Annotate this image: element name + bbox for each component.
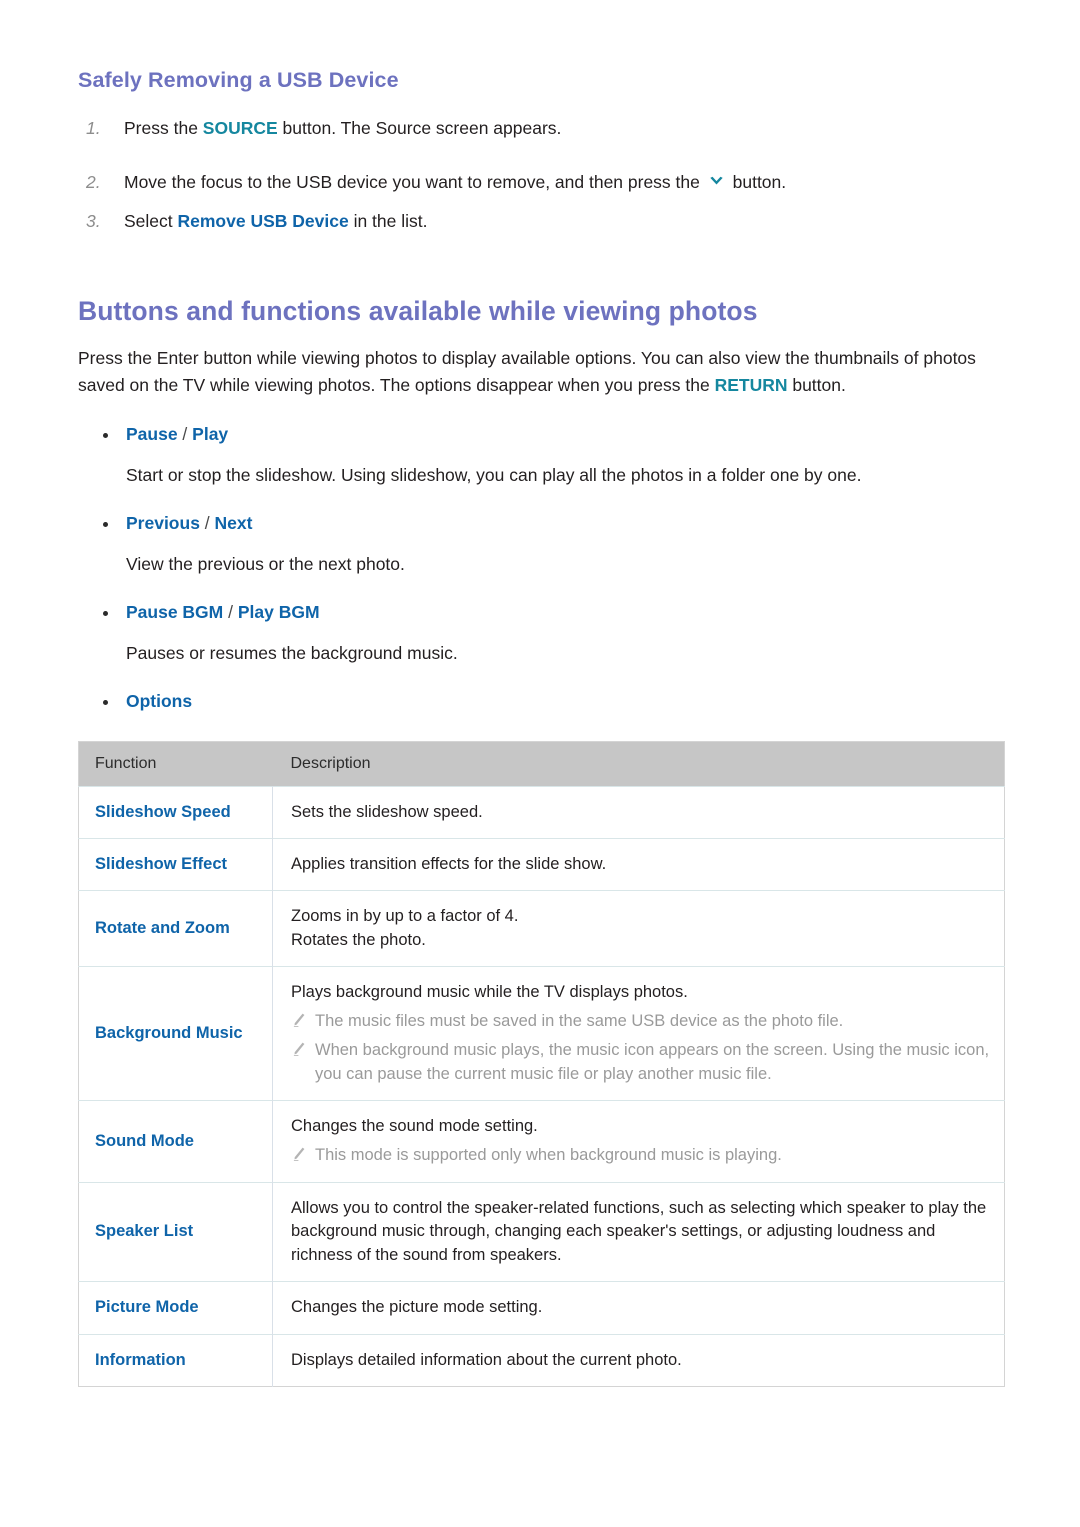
text-run: button. The Source screen appears.: [277, 118, 562, 138]
step-text: Move the focus to the USB device you wan…: [124, 172, 786, 192]
cell-description: Sets the slideshow speed.: [272, 785, 1005, 839]
step-item: 1. Press the SOURCE button. The Source sc…: [78, 115, 1002, 141]
feature-description: Start or stop the slideshow. Using slide…: [126, 464, 862, 485]
keyword-previous[interactable]: Previous: [126, 513, 200, 533]
cell-function-name[interactable]: Speaker List: [78, 1181, 273, 1282]
feature-list: Pause / Play Start or stop the slideshow.…: [78, 423, 1002, 713]
step-text: Press the SOURCE button. The Source scre…: [124, 118, 561, 138]
numbered-steps-list: 1. Press the SOURCE button. The Source sc…: [78, 115, 1002, 234]
page-title: Buttons and functions available while vi…: [78, 295, 758, 326]
feature-block: Options: [78, 690, 1002, 714]
description-line: Plays background music while the TV disp…: [291, 983, 688, 1002]
table-row: Information Displays detailed information…: [78, 1333, 1005, 1387]
description-line: Applies transition effects for the slide…: [291, 855, 607, 874]
feature-title: Options: [78, 690, 1002, 714]
note-line: The music files must be saved in the sam…: [291, 1010, 990, 1034]
note-line: When background music plays, the music i…: [291, 1039, 990, 1087]
feature-title: Pause / Play: [78, 423, 1002, 447]
table-row: Speaker List Allows you to control the sp…: [78, 1181, 1005, 1282]
description-line: Sets the slideshow speed.: [291, 802, 483, 821]
table-row: Rotate and Zoom Zooms in by up to a facto…: [78, 890, 1005, 967]
keyword-return[interactable]: RETURN: [715, 375, 788, 395]
cell-description: Changes the sound mode setting. This mode…: [272, 1100, 1005, 1183]
keyword-next[interactable]: Next: [215, 513, 253, 533]
pencil-note-icon: [291, 1146, 307, 1162]
description-line: Allows you to control the speaker-relate…: [291, 1198, 987, 1264]
text-run: Select: [124, 210, 178, 231]
cell-function-name[interactable]: Rotate and Zoom: [78, 890, 273, 967]
cell-function-name[interactable]: Sound Mode: [78, 1100, 273, 1183]
keyword-pause[interactable]: Pause: [126, 424, 178, 444]
keyword-pause-bgm[interactable]: Pause BGM: [126, 602, 223, 622]
keyword-play[interactable]: Play: [192, 424, 228, 444]
table-header-row: Function Description: [78, 741, 1005, 787]
feature-block: Pause BGM / Play BGM Pauses or resumes th…: [78, 601, 1002, 666]
document-page: Safely Removing a USB Device 1. Press the…: [0, 0, 1080, 1527]
table-row: Slideshow Effect Applies transition effec…: [78, 838, 1005, 891]
cell-function-name[interactable]: Picture Mode: [78, 1281, 273, 1334]
step-item: 3. Select Remove USB Device in the list.: [78, 208, 1002, 234]
description-line: Zooms in by up to a factor of 4.: [291, 907, 519, 926]
feature-block: Pause / Play Start or stop the slideshow.…: [78, 423, 1002, 488]
options-table: Function Description Slideshow Speed Sets…: [78, 740, 1005, 1387]
subsection-title: Safely Removing a USB Device: [78, 68, 399, 92]
separator: /: [199, 513, 215, 534]
chevron-down-icon: [707, 172, 726, 191]
text-run: Press the: [124, 118, 203, 138]
cell-function-name[interactable]: Background Music: [78, 966, 273, 1101]
text-run: button.: [727, 172, 787, 193]
step-item: 2. Move the focus to the USB device you w…: [78, 169, 1002, 195]
feature-block: Previous / Next View the previous or the …: [78, 512, 1002, 577]
step-text: Select Remove USB Device in the list.: [124, 211, 428, 231]
step-number: 3.: [86, 210, 101, 231]
step-number: 1.: [86, 118, 101, 138]
cell-description: Applies transition effects for the slide…: [272, 838, 1005, 891]
keyword-options[interactable]: Options: [126, 691, 192, 711]
description-line: Rotates the photo.: [291, 930, 426, 949]
keyword-source[interactable]: SOURCE: [203, 118, 278, 138]
separator: /: [177, 424, 193, 445]
feature-title: Pause BGM / Play BGM: [78, 601, 1002, 625]
pencil-note-icon: [291, 1041, 307, 1057]
table-row: Background Music Plays background music w…: [78, 966, 1005, 1101]
feature-title: Previous / Next: [78, 512, 1002, 536]
text-run: button.: [787, 375, 846, 396]
feature-description: View the previous or the next photo.: [126, 553, 405, 574]
keyword-play-bgm[interactable]: Play BGM: [238, 602, 320, 622]
step-number: 2.: [86, 172, 101, 193]
column-header-function: Function: [78, 741, 273, 787]
cell-description: Plays background music while the TV disp…: [272, 966, 1005, 1101]
column-header-description: Description: [272, 741, 1005, 787]
cell-description: Displays detailed information about the …: [272, 1333, 1005, 1387]
table-row: Slideshow Speed Sets the slideshow speed.: [78, 785, 1005, 839]
description-line: Changes the picture mode setting.: [291, 1298, 543, 1317]
description-line: Changes the sound mode setting.: [291, 1117, 538, 1136]
cell-description: Changes the picture mode setting.: [272, 1281, 1005, 1334]
cell-function-name[interactable]: Slideshow Effect: [78, 838, 273, 891]
cell-function-name[interactable]: Slideshow Speed: [78, 785, 273, 839]
cell-description: Allows you to control the speaker-relate…: [272, 1181, 1005, 1282]
intro-paragraph: Press the Enter button while viewing pho…: [78, 345, 1002, 400]
description-line: Displays detailed information about the …: [291, 1350, 682, 1369]
feature-description: Pauses or resumes the background music.: [126, 642, 458, 663]
note-line: This mode is supported only when backgro…: [291, 1144, 990, 1168]
cell-function-name[interactable]: Information: [78, 1333, 273, 1387]
separator: /: [223, 602, 238, 623]
table-row: Sound Mode Changes the sound mode setting…: [78, 1100, 1005, 1183]
pencil-note-icon: [291, 1012, 307, 1028]
text-run: Move the focus to the USB device you wan…: [124, 172, 705, 193]
options-table-body: Slideshow Speed Sets the slideshow speed.…: [78, 785, 1005, 1387]
text-run: in the list.: [348, 210, 428, 231]
cell-description: Zooms in by up to a factor of 4. Rotates …: [272, 890, 1005, 967]
keyword-remove-usb-device[interactable]: Remove USB Device: [178, 211, 349, 231]
table-row: Picture Mode Changes the picture mode set…: [78, 1281, 1005, 1334]
